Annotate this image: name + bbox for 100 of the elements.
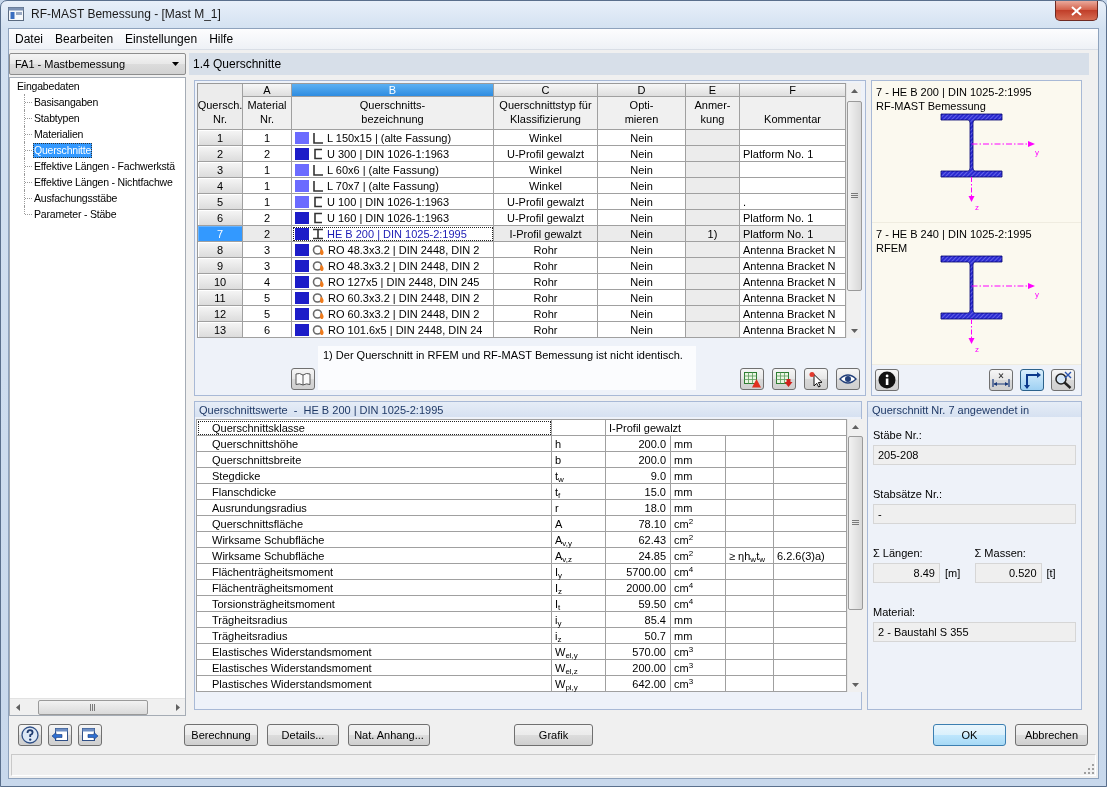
row-header[interactable]: 9 (198, 258, 243, 274)
tree-item[interactable]: Basisangaben (33, 94, 100, 110)
row-header[interactable]: 13 (198, 322, 243, 338)
row-header[interactable]: 6 (198, 210, 243, 226)
tree-item[interactable]: Parameter - Stäbe (33, 206, 118, 222)
close-button[interactable] (1055, 1, 1098, 21)
info-icon (878, 371, 896, 389)
column-header: Querschnittstyp für Klassifizierung (494, 97, 598, 130)
preview-tool-button[interactable] (1020, 369, 1044, 391)
preview-tool-button[interactable] (875, 369, 899, 391)
scroll-down-icon (852, 682, 859, 687)
caret-icon (172, 62, 179, 66)
field-label: Σ Massen: (974, 546, 1026, 560)
window-arrow-left-icon (51, 727, 69, 743)
scroll-right-icon (175, 703, 180, 711)
table-cell: RO 101.6x5 | DIN 2448, DIN 24 (328, 323, 483, 336)
footnote-text: 1) Der Querschnitt in RFEM und RF-MAST Bemessung ist nicht identisch. (318, 346, 696, 390)
preview-tool-button[interactable] (1051, 369, 1075, 391)
table-cell: RO 60.3x3.2 | DIN 2448, DIN 2 (328, 291, 480, 304)
column-letter[interactable]: D (598, 84, 686, 97)
pick-button[interactable] (804, 368, 828, 390)
grip-icon (852, 520, 859, 526)
column-letter[interactable]: C (494, 84, 598, 97)
ring-flame-icon (312, 323, 325, 336)
length-field: 8.49 (873, 563, 940, 583)
scroll-thumb[interactable] (848, 436, 863, 610)
ok-button[interactable]: OK (933, 724, 1006, 746)
tree-item[interactable]: Effektive Längen - Nichtfachwe (33, 174, 174, 190)
grip-icon (851, 193, 858, 199)
import-button[interactable] (740, 368, 764, 390)
ring-flame-icon (312, 291, 325, 304)
menu-item[interactable]: Hilfe (203, 30, 240, 48)
help-icon (21, 726, 39, 744)
export-button[interactable] (772, 368, 796, 390)
tree-item[interactable]: Ausfachungsstäbe (33, 190, 119, 206)
table-cell: RO 48.3x3.2 | DIN 2448, DIN 2 (328, 243, 480, 256)
case-dropdown[interactable]: FA1 - Mastbemessung (9, 53, 186, 75)
row-header[interactable]: 4 (198, 178, 243, 194)
table-cell: U 160 | DIN 1026-1:1963 (327, 211, 450, 224)
tree-item[interactable]: Effektive Längen - Fachwerkstä (33, 158, 176, 174)
row-header[interactable]: 5 (198, 194, 243, 210)
column-header: Opti- mieren (598, 97, 686, 130)
table-cell: L 70x7 | (alte Fassung) (327, 179, 439, 192)
help-button[interactable] (18, 724, 42, 746)
field-label: Stabsätze Nr.: (873, 487, 943, 501)
dimension-icon (991, 372, 1011, 388)
axis-label: z (975, 203, 979, 211)
table-cell: I-Profil gewalzt (494, 226, 598, 242)
ring-flame-icon (312, 307, 325, 320)
tree-item[interactable]: Eingabedaten (16, 78, 81, 94)
axis-label: y (1035, 148, 1039, 157)
column-header: Anmer- kung (686, 97, 740, 130)
ring-flame-icon (312, 243, 325, 256)
column-letter[interactable]: F (740, 84, 846, 97)
ring-flame-icon (312, 259, 325, 272)
view-button[interactable] (836, 368, 860, 390)
spreadsheet-arrow-icon (775, 370, 793, 388)
table-cell: RO 48.3x3.2 | DIN 2448, DIN 2 (328, 259, 480, 272)
column-header: Kommentar (740, 97, 846, 130)
next-window-button[interactable] (78, 724, 102, 746)
scroll-up-icon (852, 424, 859, 429)
cancel-button[interactable]: Abbrechen (1015, 724, 1088, 746)
column-letter[interactable]: E (686, 84, 740, 97)
row-header[interactable]: 1 (198, 130, 243, 146)
tree-item[interactable]: Materialien (33, 126, 85, 142)
table-cell: Nein (598, 226, 686, 242)
app-window-icon (8, 6, 24, 22)
scroll-thumb[interactable] (847, 101, 862, 291)
table-cell: U 100 | DIN 1026-1:1963 (327, 195, 450, 208)
action-button[interactable]: Berechnung (184, 724, 258, 746)
action-button[interactable]: Grafik (514, 724, 593, 746)
tree-item[interactable]: Stabtypen (33, 110, 81, 126)
material-field: 2 - Baustahl S 355 (873, 622, 1076, 642)
menu-item[interactable]: Bearbeiten (49, 30, 120, 48)
previous-window-button[interactable] (48, 724, 72, 746)
row-header[interactable]: 2 (198, 146, 243, 162)
menu-item[interactable]: Einstellungen (119, 30, 204, 48)
horizontal-scrollbar[interactable] (10, 698, 185, 715)
panel-heading: Querschnitt Nr. 7 angewendet in (868, 402, 1081, 417)
preview-source: RFEM (876, 241, 908, 255)
scroll-up-icon (851, 88, 858, 93)
preview-tool-button[interactable] (989, 369, 1013, 391)
column-letter[interactable]: A (243, 84, 292, 97)
row-header[interactable]: 12 (198, 306, 243, 322)
row-header[interactable]: 10 (198, 274, 243, 290)
action-button[interactable]: Details... (267, 724, 339, 746)
table-cell: HE B 200 | DIN 1025-2:1995 (327, 227, 467, 240)
vertical-scrollbar[interactable] (847, 419, 862, 692)
vertical-scrollbar[interactable] (846, 83, 861, 338)
cursor-icon (808, 370, 824, 388)
row-header[interactable]: 8 (198, 242, 243, 258)
book-button[interactable] (291, 368, 315, 390)
row-header[interactable]: 3 (198, 162, 243, 178)
window-title: RF-MAST Bemessung - [Mast M_1] (31, 7, 221, 21)
spreadsheet-warning-icon (743, 370, 761, 388)
menu-item[interactable]: Datei (9, 30, 49, 48)
action-button[interactable]: Nat. Anhang... (348, 724, 430, 746)
row-header[interactable]: 11 (198, 290, 243, 306)
table-cell: U 300 | DIN 1026-1:1963 (327, 147, 450, 160)
scroll-thumb[interactable] (38, 699, 148, 715)
